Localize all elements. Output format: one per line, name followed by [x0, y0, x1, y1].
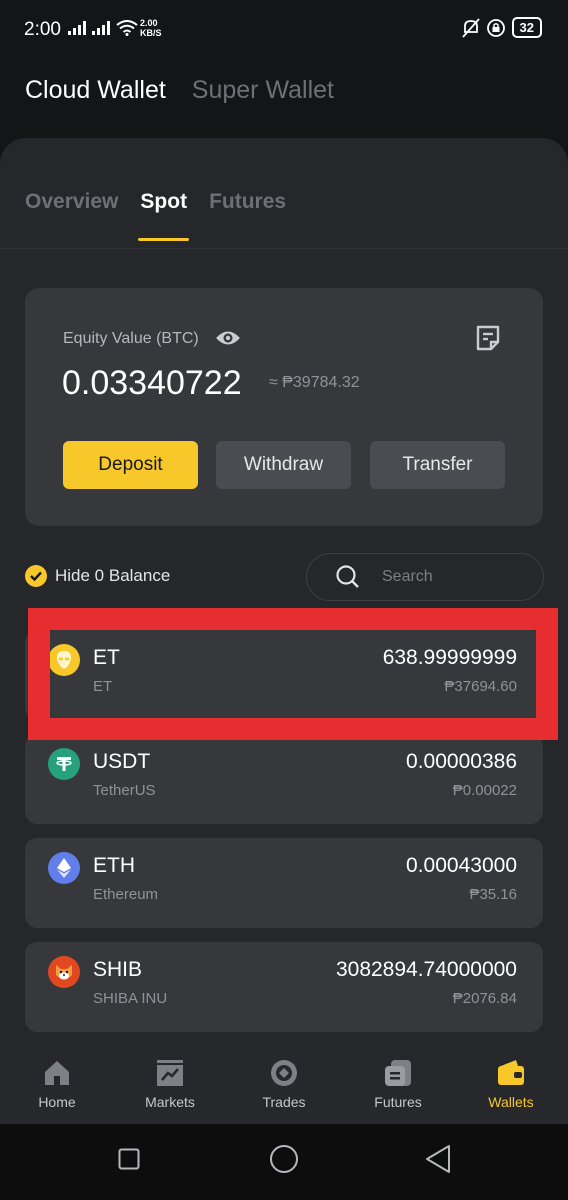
- coin-symbol: ETH: [93, 854, 135, 877]
- back-icon[interactable]: [424, 1144, 452, 1174]
- status-time: 2:00: [24, 19, 61, 40]
- chart-icon: [157, 1060, 183, 1086]
- ethereum-icon: [48, 852, 80, 884]
- coin-amount: 3082894.74000000: [335, 958, 517, 981]
- coin-fiat-value: ₱2076.84: [452, 990, 517, 1007]
- transfer-button[interactable]: Transfer: [370, 441, 505, 489]
- tab-futures[interactable]: Futures: [209, 190, 286, 232]
- coin-symbol: USDT: [93, 750, 151, 773]
- coin-amount: 638.99999999: [382, 646, 517, 669]
- tab-spot[interactable]: Spot: [138, 190, 189, 241]
- signal-icon-2: [92, 21, 110, 35]
- eye-icon[interactable]: [215, 328, 241, 348]
- coin-name: SHIBA INU: [93, 990, 168, 1007]
- nav-label: Futures: [374, 1094, 422, 1110]
- nav-label: Trades: [262, 1094, 306, 1110]
- coin-row-shib[interactable]: SHIB SHIBA INU 3082894.74000000 ₱2076.84: [25, 942, 543, 1032]
- futures-icon: [385, 1060, 411, 1086]
- nav-futures[interactable]: Futures: [343, 1058, 453, 1110]
- nav-label: Markets: [145, 1094, 195, 1110]
- mute-bell-icon: [461, 17, 480, 38]
- nav-markets[interactable]: Markets: [115, 1058, 225, 1110]
- coin-row-et[interactable]: ET ET 638.99999999 ₱37694.60: [25, 630, 543, 720]
- tether-icon: [48, 748, 80, 780]
- bottom-nav: Home Markets Trades Futures Wallets: [0, 1048, 568, 1124]
- coin-symbol: ET: [93, 646, 120, 669]
- network-speed: 2.00 KB/S: [140, 18, 162, 38]
- shiba-icon: [48, 956, 80, 988]
- nav-label: Home: [38, 1094, 76, 1110]
- equity-label: Equity Value (BTC): [63, 330, 199, 347]
- equity-fiat-value: ≈ ₱39784.32: [269, 374, 360, 391]
- records-icon[interactable]: [475, 324, 501, 352]
- spot-subtabs: Overview Spot Futures: [25, 190, 286, 241]
- coin-fiat-value: ₱0.00022: [452, 782, 517, 799]
- coin-amount: 0.00043000: [406, 854, 517, 877]
- nav-home[interactable]: Home: [2, 1058, 112, 1110]
- coin-row-usdt[interactable]: USDT TetherUS 0.00000386 ₱0.00022: [25, 734, 543, 824]
- equity-value: 0.03340722: [62, 364, 242, 402]
- tab-cloud-wallet[interactable]: Cloud Wallet: [25, 76, 166, 105]
- signal-icons: [68, 20, 138, 36]
- coin-row-eth[interactable]: ETH Ethereum 0.00043000 ₱35.16: [25, 838, 543, 928]
- recents-icon[interactable]: [118, 1148, 140, 1170]
- nav-label: Wallets: [488, 1094, 534, 1110]
- search-input[interactable]: Search: [306, 553, 544, 601]
- trades-icon: [271, 1060, 297, 1086]
- hide-zero-balance-toggle[interactable]: Hide 0 Balance: [25, 565, 170, 587]
- coin-amount: 0.00000386: [406, 750, 517, 773]
- withdraw-button[interactable]: Withdraw: [216, 441, 351, 489]
- coin-name: Ethereum: [93, 886, 159, 903]
- battery-indicator: 32: [511, 17, 542, 38]
- nav-wallets[interactable]: Wallets: [456, 1058, 566, 1110]
- divider: [0, 248, 568, 249]
- wifi-icon: [116, 20, 138, 36]
- net-speed-value: 2.00: [140, 18, 158, 28]
- coin-name: ET: [93, 678, 113, 695]
- coin-symbol: SHIB: [93, 958, 143, 981]
- wallet-icon: [498, 1060, 524, 1085]
- hide-zero-label: Hide 0 Balance: [55, 566, 171, 585]
- search-placeholder: Search: [382, 568, 433, 585]
- home-icon: [45, 1061, 69, 1085]
- equity-card: Equity Value (BTC) 0.03340722 ≈ ₱39784.3…: [25, 288, 543, 526]
- status-bar: 2:00 2.00 KB/S 32: [0, 0, 568, 60]
- tab-super-wallet[interactable]: Super Wallet: [192, 76, 334, 105]
- nav-trades[interactable]: Trades: [229, 1058, 339, 1110]
- tab-overview[interactable]: Overview: [25, 190, 118, 232]
- net-speed-unit: KB/S: [140, 28, 162, 38]
- system-nav-bar: [0, 1124, 568, 1200]
- deposit-button[interactable]: Deposit: [63, 441, 198, 489]
- coin-fiat-value: ₱35.16: [469, 886, 517, 903]
- alien-icon: [48, 644, 80, 676]
- coin-fiat-value: ₱37694.60: [444, 678, 517, 695]
- home-circle-icon[interactable]: [269, 1144, 299, 1174]
- wallet-switcher: Cloud Wallet Super Wallet: [25, 76, 334, 105]
- search-icon: [336, 565, 359, 588]
- signal-icon: [68, 21, 86, 35]
- lock-rotation-icon: [486, 18, 505, 37]
- check-icon[interactable]: [25, 565, 47, 587]
- coin-name: TetherUS: [93, 782, 156, 799]
